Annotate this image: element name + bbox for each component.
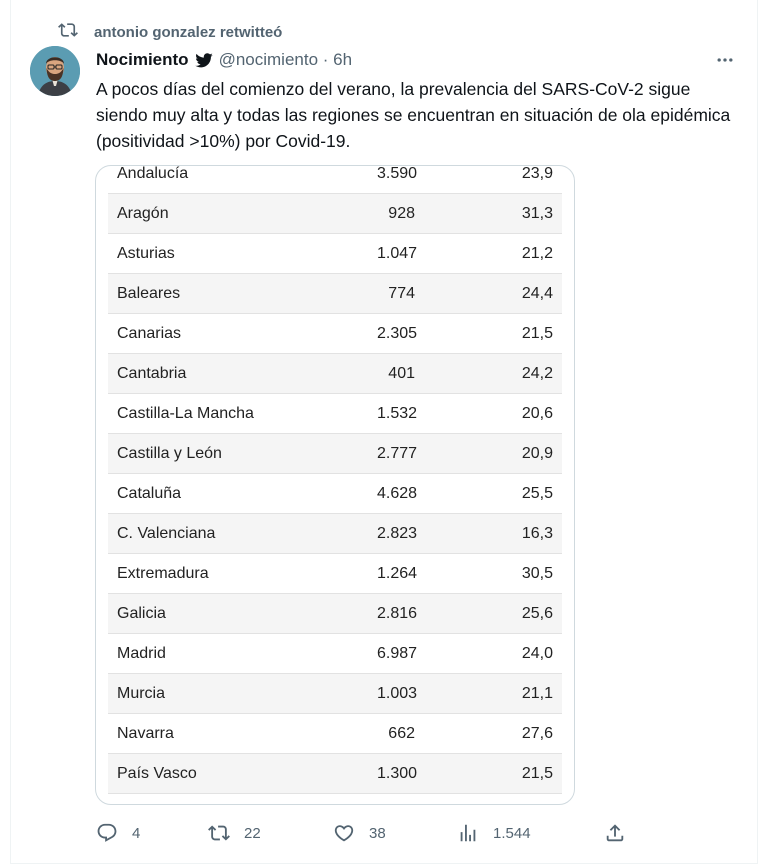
- retweet-icon: [208, 825, 230, 841]
- table-cell-region: Murcia: [117, 684, 166, 702]
- timestamp[interactable]: 6h: [333, 50, 352, 70]
- table-cell-region: País Vasco: [117, 764, 197, 782]
- table-cell-positivity: 24,0: [521, 644, 553, 662]
- table-cell-region: Andalucía: [117, 165, 189, 182]
- table-cell-cases: 2.816: [377, 604, 418, 622]
- retweet-banner-label: antonio gonzalez retwitteó: [94, 23, 283, 41]
- retweet-count: 22: [244, 824, 261, 842]
- table-cell-cases: 401: [388, 364, 415, 382]
- more-icon: [717, 58, 733, 62]
- retweet-banner[interactable]: antonio gonzalez retwitteó: [58, 22, 282, 42]
- table-cell-cases: 4.628: [377, 484, 418, 502]
- views-count: 1.544: [493, 824, 531, 842]
- bird-badge-icon: [194, 53, 213, 68]
- table-row: C. Valenciana 2.823 16,3: [108, 514, 562, 554]
- like-count: 38: [369, 824, 386, 842]
- retweet-button[interactable]: 22: [208, 822, 261, 844]
- table-row: La Rioja: [108, 794, 562, 806]
- reply-icon: [97, 823, 117, 842]
- views-icon: [460, 824, 476, 842]
- table-cell-positivity: 27,6: [521, 724, 553, 742]
- views-button[interactable]: 1.544: [457, 822, 531, 844]
- table-row: Andalucía 3.590 23,9: [108, 165, 562, 194]
- table-row: Aragón 928 31,3: [108, 194, 562, 234]
- table-cell-positivity: 31,3: [521, 204, 553, 222]
- table-cell-positivity: 21,2: [521, 244, 553, 262]
- table-cell-cases: 1.264: [377, 564, 418, 582]
- table-row: Cantabria 401 24,2: [108, 354, 562, 394]
- tweet-text: A pocos días del comienzo del verano, la…: [96, 79, 731, 151]
- table-cell-region: C. Valenciana: [117, 524, 216, 542]
- table-row: Castilla y León 2.777 20,9: [108, 434, 562, 474]
- table-row: Extremadura 1.264 30,5: [108, 554, 562, 594]
- table-cell-positivity: 16,3: [521, 524, 553, 542]
- heart-icon: [334, 825, 354, 842]
- table-cell-positivity: 21,5: [521, 324, 553, 342]
- table-cell-positivity: 24,4: [521, 284, 553, 302]
- table-cell-region: Aragón: [117, 204, 169, 222]
- table-cell-region: La Rioja: [108, 805, 377, 806]
- table-cell-cases: 6.987: [377, 644, 418, 662]
- table-cell-cases: 1.047: [377, 244, 418, 262]
- table-row: Baleares 774 24,4: [108, 274, 562, 314]
- table-cell-region: Castilla-La Mancha: [117, 404, 254, 422]
- table-row: Canarias 2.305 21,5: [108, 314, 562, 354]
- table-cell-cases: 662: [388, 724, 415, 742]
- display-name[interactable]: Nocimiento: [96, 50, 189, 70]
- table-cell-positivity: 21,5: [521, 764, 553, 782]
- table-row: Madrid 6.987 24,0: [108, 634, 562, 674]
- data-table: Andalucía 3.590 23,9 Aragón 928 31,3 Asturias 1…: [108, 165, 562, 806]
- reply-button[interactable]: 4: [96, 822, 140, 844]
- table-cell-positivity: 20,6: [521, 404, 553, 422]
- table-cell-positivity: 21,1: [521, 684, 553, 702]
- table-cell-cases: 928: [388, 204, 415, 222]
- share-icon: [606, 824, 624, 842]
- table-row: Murcia 1.003 21,1: [108, 674, 562, 714]
- table-cell-region: Navarra: [117, 724, 174, 742]
- table-cell-positivity: 25,6: [521, 604, 553, 622]
- avatar[interactable]: [30, 46, 80, 96]
- table-cell-cases: 1.003: [377, 684, 418, 702]
- table-row: Asturias 1.047 21,2: [108, 234, 562, 274]
- more-button[interactable]: [710, 48, 740, 72]
- table-cell-positivity: 24,2: [521, 364, 553, 382]
- table-cell-region: Castilla y León: [117, 444, 222, 462]
- table-row: Cataluña 4.628 25,5: [108, 474, 562, 514]
- table-cell-cases: 2.777: [377, 444, 418, 462]
- retweet-icon: [58, 20, 78, 45]
- table-cell-region: Madrid: [117, 644, 166, 662]
- table-cell-cases: 2.823: [377, 524, 418, 542]
- table-cell-region: Baleares: [117, 284, 181, 302]
- table-cell-cases: 1.300: [377, 764, 418, 782]
- reply-count: 4: [132, 824, 141, 842]
- table-cell-cases: 3.590: [377, 165, 418, 182]
- table-cell-positivity: 30,5: [521, 564, 553, 582]
- table-row: Castilla-La Mancha 1.532 20,6: [108, 394, 562, 434]
- like-button[interactable]: 38: [333, 822, 386, 844]
- table-row: País Vasco 1.300 21,5: [108, 754, 562, 794]
- table-cell-cases: 774: [388, 284, 415, 302]
- table-cell-region: Cataluña: [117, 484, 182, 502]
- table-row: Galicia 2.816 25,6: [108, 594, 562, 634]
- card-border: [10, 0, 11, 864]
- table-cell-region: Asturias: [117, 244, 175, 262]
- table-cell-region: Canarias: [117, 324, 182, 342]
- table-row: Navarra 662 27,6: [108, 714, 562, 754]
- action-bar: 4 22 38 1.544: [96, 822, 630, 844]
- table-cell-region: Cantabria: [117, 364, 187, 382]
- handle[interactable]: @nocimiento: [219, 50, 318, 70]
- table-cell-region: Galicia: [117, 604, 166, 622]
- table-cell-cases: 2.305: [377, 324, 418, 342]
- share-button[interactable]: [604, 822, 626, 844]
- tweet-media-image[interactable]: Andalucía 3.590 23,9 Aragón 928 31,3 Asturias 1…: [95, 165, 575, 805]
- tweet-header: Nocimiento @nocimiento · 6h: [96, 48, 740, 72]
- table-cell-positivity: 25,5: [521, 484, 553, 502]
- table-cell-cases: 1.532: [377, 404, 418, 422]
- table-cell-positivity: 20,9: [521, 444, 553, 462]
- table-cell-positivity: 23,9: [521, 165, 553, 182]
- separator: ·: [318, 50, 334, 69]
- card-border: [757, 0, 758, 864]
- table-cell-region: Extremadura: [117, 564, 209, 582]
